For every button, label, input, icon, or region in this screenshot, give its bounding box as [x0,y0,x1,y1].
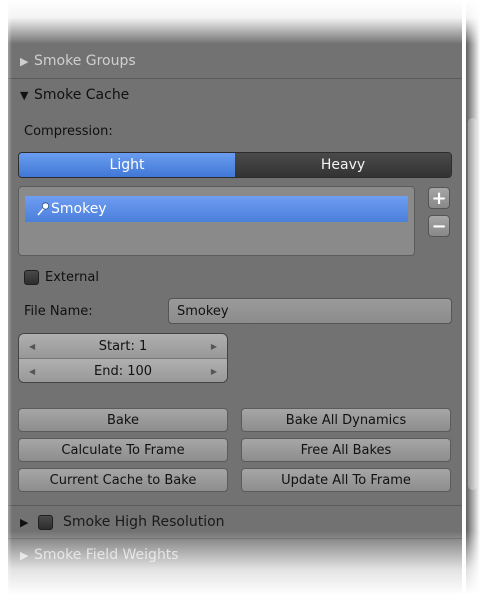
panel-header-smoke-field-weights[interactable]: ▶ Smoke Field Weights [8,540,462,570]
minus-icon: − [431,215,447,237]
remove-cache-button[interactable]: − [428,215,450,237]
panel-title-smoke-field-weights: Smoke Field Weights [34,547,179,563]
bake-all-dynamics-button[interactable]: Bake All Dynamics [241,408,451,432]
update-all-to-frame-button[interactable]: Update All To Frame [241,468,451,492]
file-name-value: Smokey [177,303,229,319]
panel-divider [8,505,462,506]
decrement-arrow-icon[interactable]: ◀ [29,359,35,382]
triangle-right-icon: ▶ [20,515,29,529]
compression-label: Compression: [24,124,113,139]
list-item-label: Smokey [51,201,107,217]
scrollbar-thumb[interactable] [468,118,477,490]
start-frame-label: Start: 1 [98,338,148,354]
panel-divider [8,538,462,539]
start-frame-field[interactable]: ◀ Start: 1 ▶ [19,334,227,358]
compression-heavy-button[interactable]: Heavy [235,153,451,177]
file-name-label: File Name: [24,304,93,319]
plus-icon: + [431,187,447,209]
panel-title-smoke-groups: Smoke Groups [34,53,136,69]
increment-arrow-icon[interactable]: ▶ [211,359,217,382]
triangle-down-icon: ▼ [20,88,29,102]
scrollbar[interactable] [466,0,480,595]
panel-title-smoke-cache: Smoke Cache [34,87,130,103]
panel-divider [8,78,462,79]
compression-toggle: Light Heavy [18,152,452,178]
eyedropper-pin-icon [35,201,51,217]
compression-light-button[interactable]: Light [19,153,235,177]
frame-range-group: ◀ Start: 1 ▶ ◀ End: 100 ▶ [18,333,228,383]
increment-arrow-icon[interactable]: ▶ [211,334,217,358]
decrement-arrow-icon[interactable]: ◀ [29,334,35,358]
panel-header-smoke-high-resolution[interactable]: ▶ Smoke High Resolution [8,507,462,537]
free-all-bakes-button[interactable]: Free All Bakes [241,438,451,462]
high-resolution-checkbox[interactable] [38,514,53,530]
list-item[interactable]: Smokey [25,196,408,222]
current-cache-to-bake-button[interactable]: Current Cache to Bake [18,468,228,492]
external-checkbox[interactable] [24,270,39,285]
calculate-to-frame-button[interactable]: Calculate To Frame [18,438,228,462]
triangle-right-icon: ▶ [20,54,29,68]
properties-window: ▶ Smoke Groups ▼ Smoke Cache Compression… [0,0,480,595]
bake-button[interactable]: Bake [18,408,228,432]
external-label: External [45,270,99,285]
file-name-field[interactable]: Smokey [168,298,452,324]
add-cache-button[interactable]: + [428,187,450,209]
panel-header-smoke-cache[interactable]: ▼ Smoke Cache [8,80,462,110]
end-frame-label: End: 100 [93,363,153,379]
panel-header-smoke-groups[interactable]: ▶ Smoke Groups [8,46,462,76]
end-frame-field[interactable]: ◀ End: 100 ▶ [19,358,227,382]
panel-title-smoke-high-resolution: Smoke High Resolution [63,514,225,530]
point-cache-list: Smokey [18,186,415,256]
triangle-right-icon: ▶ [20,548,29,562]
